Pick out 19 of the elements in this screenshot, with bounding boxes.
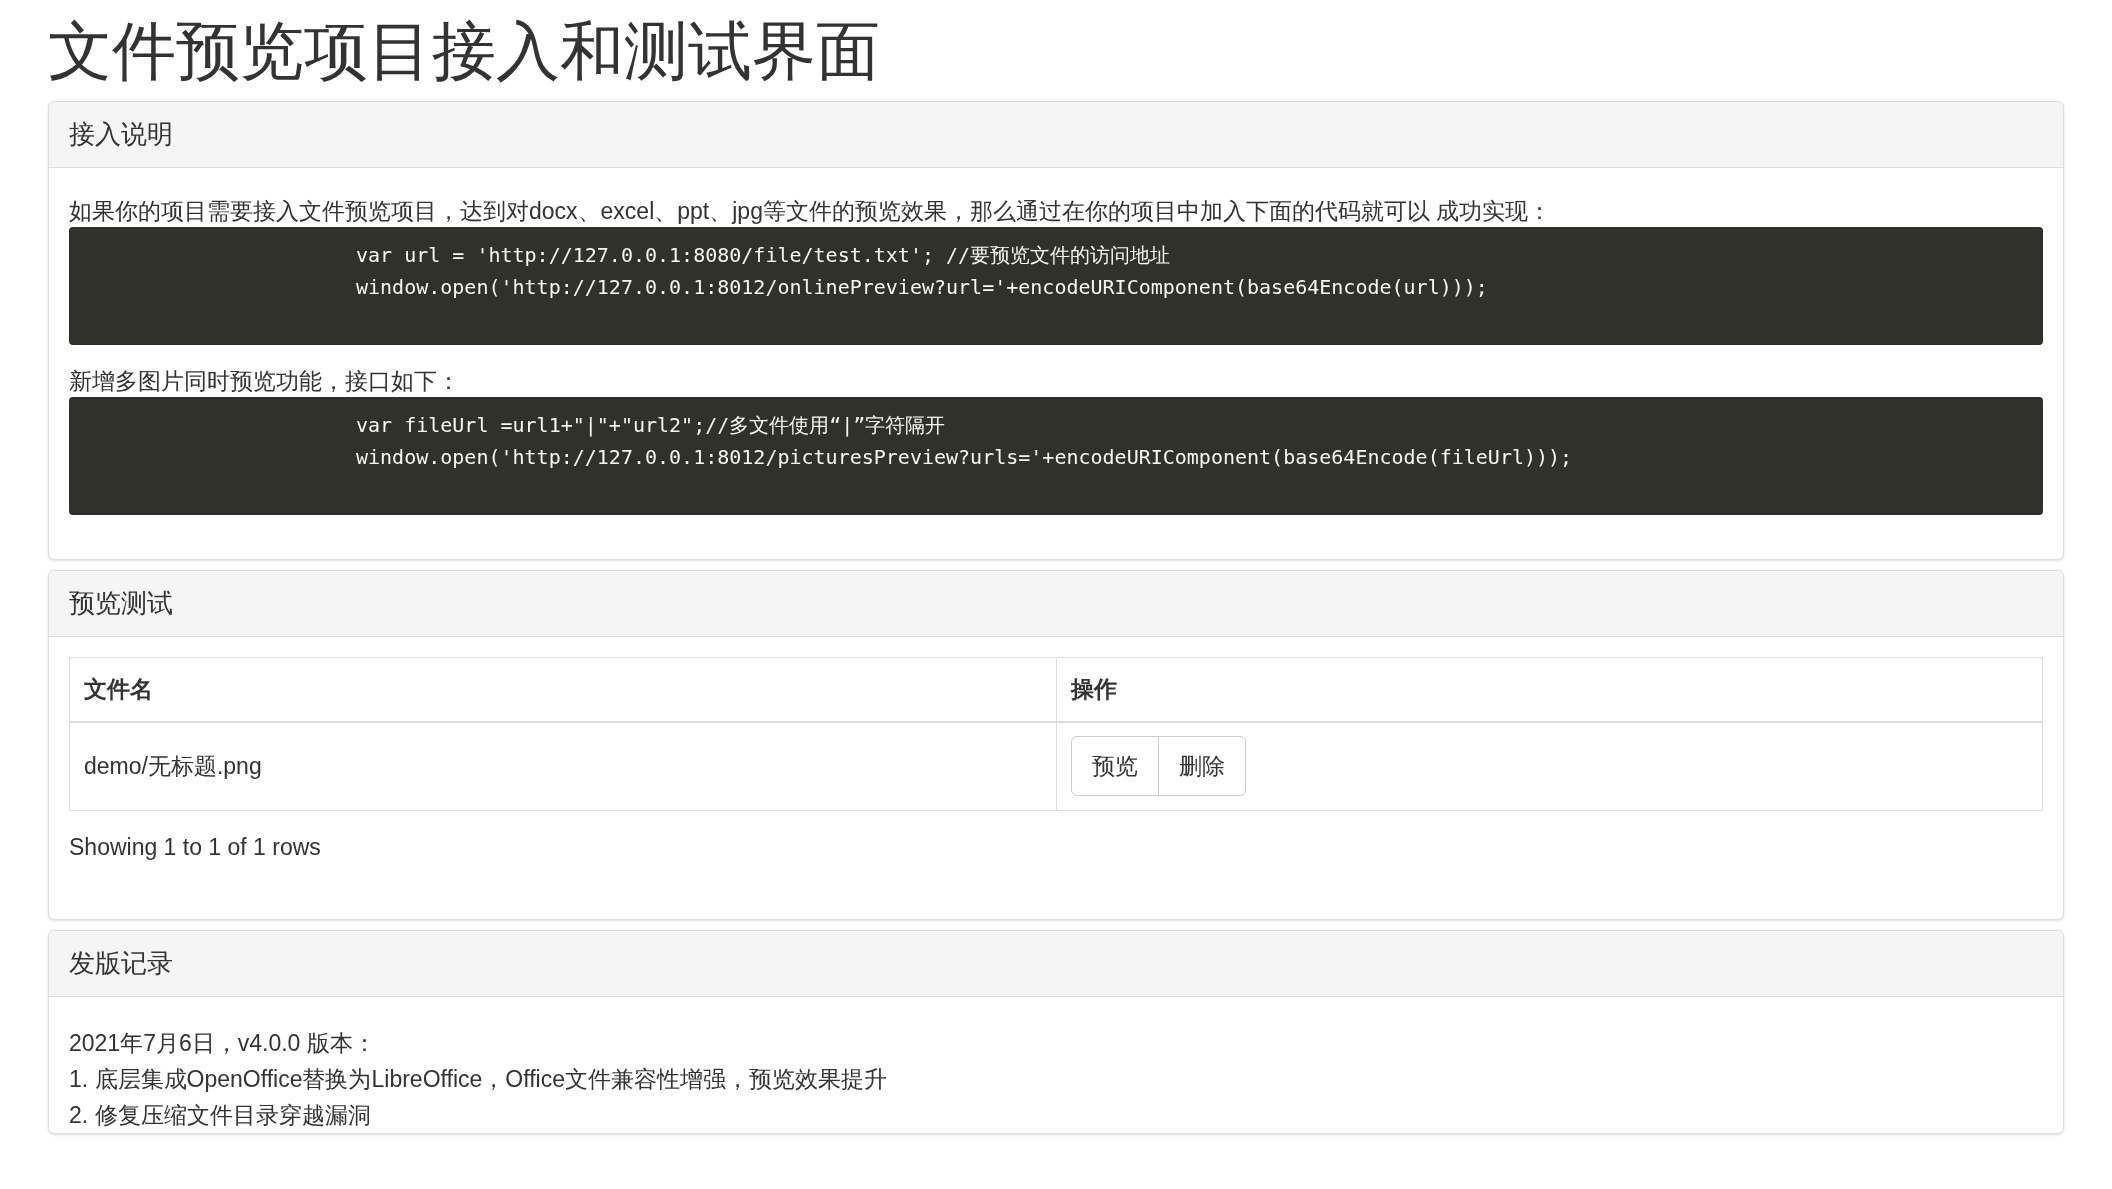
code-line: window.open('http://127.0.0.1:8012/onlinePreview?url='+encodeURIComponent(base64Encode(url)));	[356, 274, 1488, 301]
release-note-line: 2021年7月6日，v4.0.0 版本：	[69, 1029, 376, 1058]
page-title: 文件预览项目接入和测试界面	[48, 14, 880, 89]
release-note-line: 1. 底层集成OpenOffice替换为LibreOffice，Office文件兼容性增强，预览效果提升	[69, 1065, 887, 1094]
code-line: window.open('http://127.0.0.1:8012/picturesPreview?urls='+encodeURIComponent(base64Encode(fileUrl)));	[356, 444, 1573, 471]
column-header: 文件名	[69, 657, 1056, 722]
panel-title: 预览测试	[69, 587, 173, 620]
release-note-line: 2. 修复压缩文件目录穿越漏洞	[69, 1101, 371, 1130]
action-button[interactable]: 删除	[1157, 736, 1246, 797]
code-line: var url = 'http://127.0.0.1:8080/file/test.txt'; //要预览文件的访问地址	[356, 242, 1171, 269]
pagination-info: Showing 1 to 1 of 1 rows	[69, 833, 321, 862]
code-line: var fileUrl =url1+"|"+"url2";//多文件使用“|”字符隔开	[356, 412, 946, 439]
table-cell: demo/无标题.png	[69, 721, 1056, 811]
action-button[interactable]: 预览	[1070, 736, 1159, 797]
intro-text: 如果你的项目需要接入文件预览项目，达到对docx、excel、ppt、jpg等文件的预览效果，那么通过在你的项目中加入下面的代码就可以 成功实现：	[69, 197, 1553, 226]
column-header: 操作	[1056, 657, 2043, 722]
panel-title: 发版记录	[69, 947, 173, 980]
section-text: 新增多图片同时预览功能，接口如下：	[69, 367, 461, 396]
panel-title: 接入说明	[69, 118, 173, 151]
